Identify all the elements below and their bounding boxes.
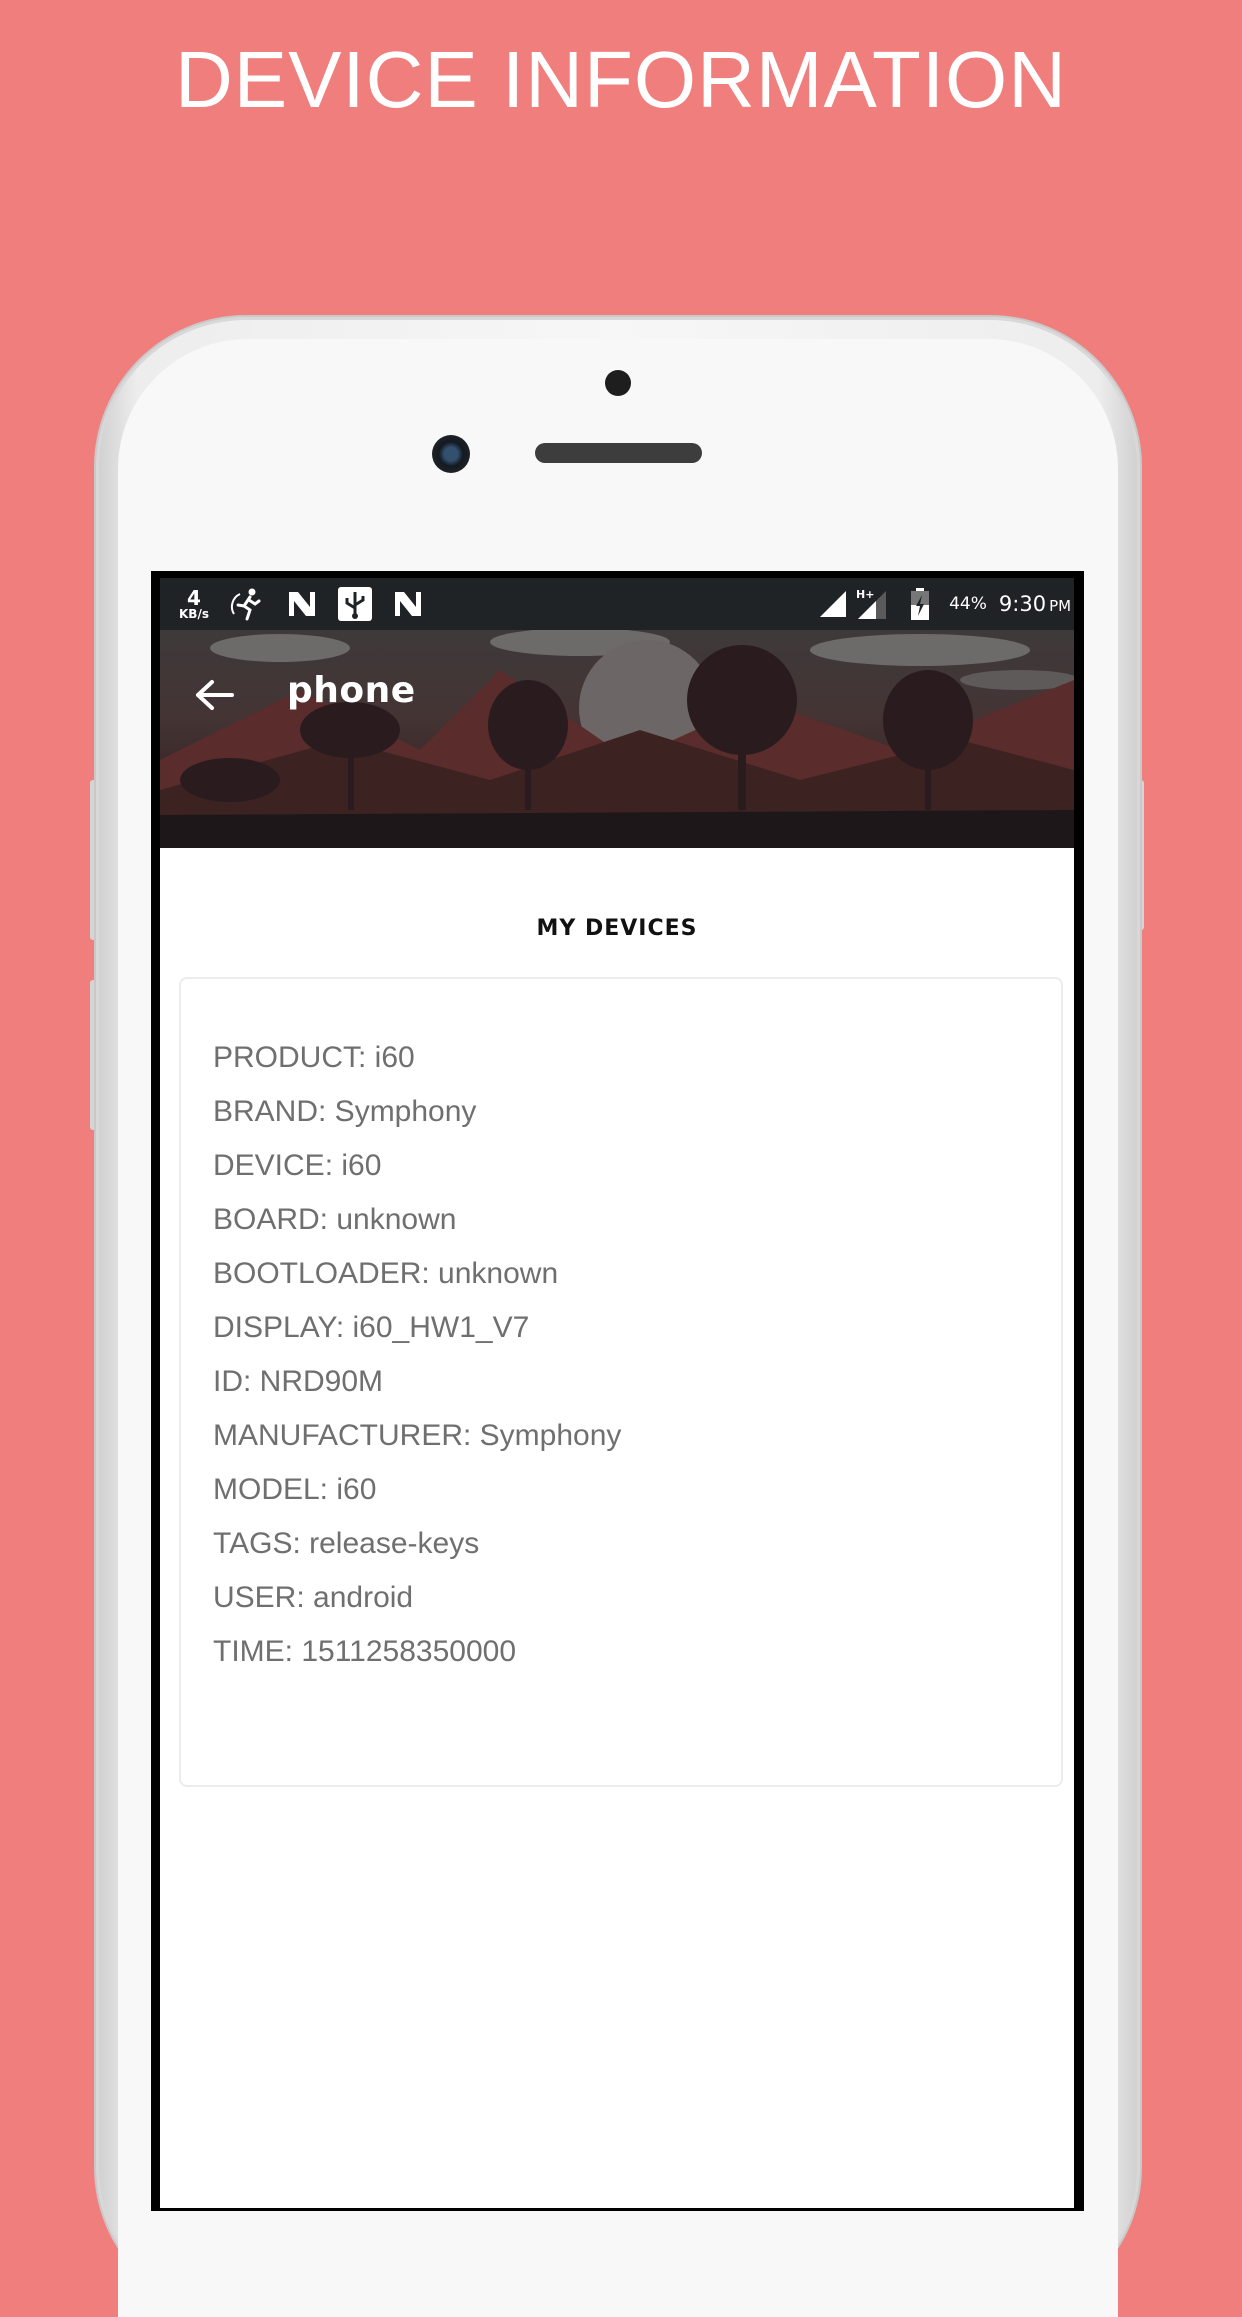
- section-title: MY DEVICES: [536, 916, 698, 941]
- status-bar: 4 KB/s H+ 44% 9:30 PM: [160, 578, 1074, 630]
- device-info-list: PRODUCT: i60 BRAND: Symphony DEVICE: i60…: [213, 1031, 621, 1679]
- device-info-item: USER: android: [213, 1581, 414, 1614]
- toolbar-title: phone: [287, 670, 416, 711]
- device-info-item: TIME: 1511258350000: [213, 1635, 517, 1668]
- network-speed: 4 KB/s: [172, 578, 216, 630]
- back-button[interactable]: [190, 670, 240, 720]
- clock: 9:30 PM: [996, 578, 1074, 630]
- battery-charging-icon: [905, 578, 935, 630]
- phone-screen: 4 KB/s H+ 44% 9:30 PM phone MY DEVICES P…: [160, 578, 1074, 2208]
- promo-title: DEVICE INFORMATION: [174, 35, 1068, 124]
- device-info-item: ID: NRD90M: [213, 1365, 384, 1398]
- proximity-sensor: [605, 370, 631, 396]
- running-man-icon: [228, 578, 268, 630]
- earpiece-speaker: [535, 443, 702, 463]
- landscape-background: [160, 630, 1074, 848]
- n-notification-icon: [282, 578, 322, 630]
- network-speed-value: 4: [187, 586, 201, 610]
- device-info-item: BOOTLOADER: unknown: [213, 1257, 559, 1290]
- device-info-item: BOARD: unknown: [213, 1203, 457, 1236]
- n-notification-icon: [388, 578, 428, 630]
- usb-icon: [335, 578, 375, 630]
- network-speed-unit: KB/s: [179, 607, 209, 621]
- device-info-item: TAGS: release-keys: [213, 1527, 480, 1560]
- clock-ampm: PM: [1049, 597, 1072, 615]
- arrow-left-icon: [196, 680, 234, 710]
- svg-text:H+: H+: [856, 588, 874, 601]
- device-info-item: MANUFACTURER: Symphony: [213, 1419, 622, 1452]
- device-info-item: DEVICE: i60: [213, 1149, 382, 1182]
- clock-time: 9:30: [998, 592, 1047, 616]
- toolbar: phone: [160, 630, 1074, 848]
- signal-icon: [815, 578, 851, 630]
- front-camera: [432, 435, 470, 473]
- device-info-card: PRODUCT: i60 BRAND: Symphony DEVICE: i60…: [179, 977, 1063, 1787]
- battery-percent: 44%: [949, 594, 987, 614]
- device-info-item: MODEL: i60: [213, 1473, 377, 1506]
- device-info-item: BRAND: Symphony: [213, 1095, 477, 1128]
- device-info-item: PRODUCT: i60: [213, 1041, 415, 1074]
- h-plus-signal-icon: H+: [852, 578, 892, 630]
- device-info-item: DISPLAY: i60_HW1_V7: [213, 1311, 530, 1344]
